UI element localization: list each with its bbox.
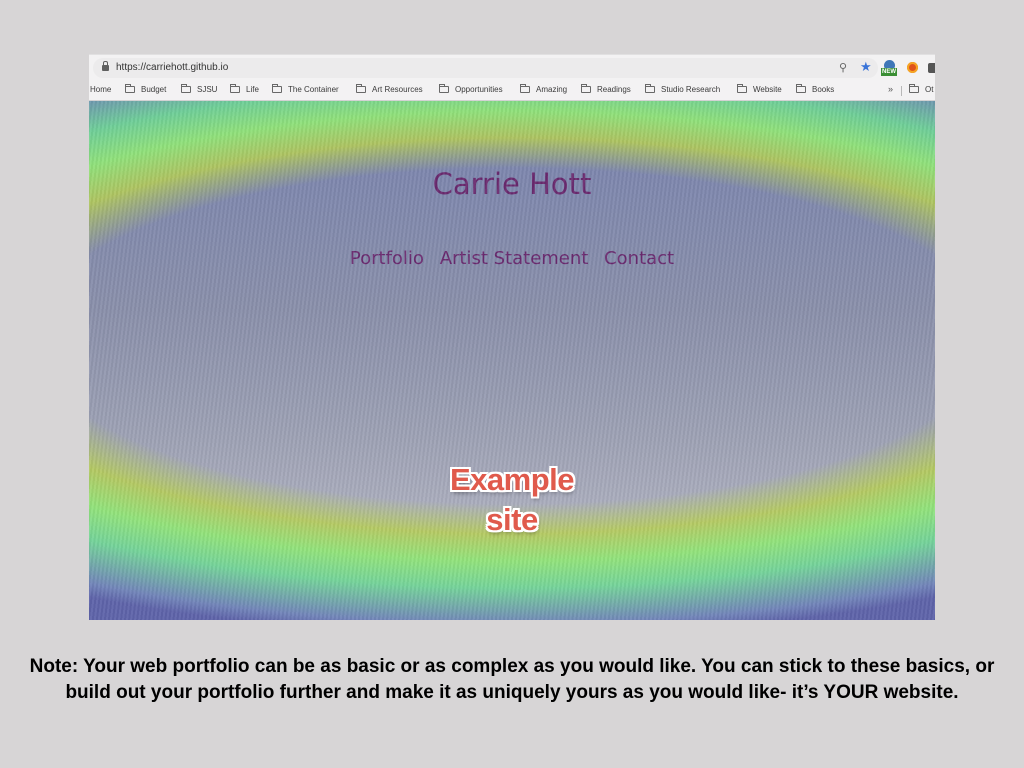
nav-contact-link[interactable]: Contact <box>604 248 674 269</box>
folder-icon <box>520 84 530 93</box>
slide-note: Note: Your web portfolio can be as basic… <box>29 656 995 703</box>
bookmark-art-resources[interactable]: Art Resources <box>372 85 423 95</box>
bookmark-studio-research[interactable]: Studio Research <box>661 85 720 95</box>
bookmark-home[interactable]: Home <box>90 85 111 95</box>
extension-new-icon[interactable]: NEW <box>881 60 899 76</box>
site-title: Carrie Hott <box>432 167 592 201</box>
url-field[interactable]: https://carriehott.github.io ⚲ ★ <box>93 58 878 78</box>
folder-icon <box>439 84 449 93</box>
extension-dark-icon[interactable] <box>928 63 935 73</box>
site-nav: Portfolio Artist Statement Contact <box>89 248 935 269</box>
bookmark-books[interactable]: Books <box>812 85 834 95</box>
folder-icon <box>356 84 366 93</box>
folder-icon <box>125 84 135 93</box>
address-bar: https://carriehott.github.io ⚲ ★ NEW <box>89 54 935 81</box>
more-bookmarks-chevron-icon[interactable]: » <box>888 84 893 94</box>
new-badge: NEW <box>881 68 897 76</box>
bookmark-website[interactable]: Website <box>753 85 782 95</box>
bookmark-readings[interactable]: Readings <box>597 85 631 95</box>
folder-icon <box>181 84 191 93</box>
bookmark-sjsu[interactable]: SJSU <box>197 85 217 95</box>
folder-icon <box>581 84 591 93</box>
nav-artist-statement-link[interactable]: Artist Statement <box>440 248 589 269</box>
search-icon[interactable]: ⚲ <box>839 63 847 74</box>
folder-icon <box>272 84 282 93</box>
bookmarks-divider <box>901 86 902 96</box>
example-label-line1: Example <box>449 462 575 497</box>
folder-icon <box>230 84 240 93</box>
bookmark-budget[interactable]: Budget <box>141 85 166 95</box>
bookmark-the-container[interactable]: The Container <box>288 85 339 95</box>
folder-icon <box>737 84 747 93</box>
lock-icon <box>102 61 109 71</box>
example-site-label: Example site <box>412 460 612 540</box>
extension-orange-icon[interactable] <box>907 62 918 73</box>
example-label-line2: site <box>486 502 538 537</box>
bookmark-life[interactable]: Life <box>246 85 259 95</box>
url-text: https://carriehott.github.io <box>116 62 229 73</box>
folder-icon <box>645 84 655 93</box>
nav-portfolio-link[interactable]: Portfolio <box>350 248 424 269</box>
bookmark-opportunities[interactable]: Opportunities <box>455 85 503 95</box>
bookmark-amazing[interactable]: Amazing <box>536 85 567 95</box>
bookmarks-bar: Home Budget SJSU Life The Container Art … <box>89 81 935 101</box>
folder-icon <box>909 84 919 93</box>
folder-icon <box>796 84 806 93</box>
bookmark-star-icon[interactable]: ★ <box>860 60 872 74</box>
website-content: Carrie Hott Portfolio Artist Statement C… <box>89 101 935 620</box>
bookmark-other[interactable]: Ot <box>925 85 933 95</box>
